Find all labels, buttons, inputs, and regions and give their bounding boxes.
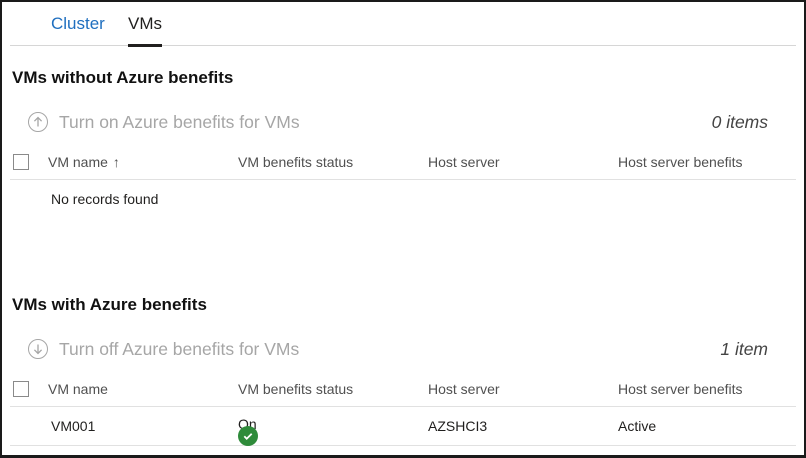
- turn-off-benefits-label: Turn off Azure benefits for VMs: [59, 338, 300, 359]
- empty-message: No records found: [51, 191, 159, 207]
- column-header-vm-name-label: VM name: [48, 154, 108, 170]
- column-header-benefits-status[interactable]: VM benefits status: [238, 381, 353, 397]
- vm-name-cell: VM001: [51, 418, 96, 434]
- column-header-host-server-benefits[interactable]: Host server benefits: [618, 381, 743, 397]
- sort-ascending-icon: ↑: [112, 154, 120, 170]
- host-server-cell: AZSHCI3: [428, 418, 488, 434]
- column-header-host-server[interactable]: Host server: [428, 154, 500, 170]
- table-header-with: VM name VM benefits status Host server H…: [10, 371, 796, 407]
- items-count-without: 0 items: [711, 112, 768, 132]
- turn-on-benefits-button[interactable]: Turn on Azure benefits for VMs: [28, 109, 300, 135]
- column-header-vm-name[interactable]: VM name: [48, 381, 108, 397]
- items-count-with: 1 item: [720, 339, 768, 359]
- tab-cluster[interactable]: Cluster: [51, 13, 105, 46]
- arrow-down-circle-icon: [28, 339, 48, 359]
- section-title-with-benefits: VMs with Azure benefits: [12, 295, 207, 314]
- arrow-up-circle-icon: [28, 112, 48, 132]
- select-all-checkbox-without[interactable]: [13, 154, 29, 170]
- table-row[interactable]: VM001 On AZSHCI3 Active: [10, 408, 796, 446]
- tab-vms[interactable]: VMs: [128, 13, 162, 47]
- column-header-benefits-status[interactable]: VM benefits status: [238, 154, 353, 170]
- turn-off-benefits-button[interactable]: Turn off Azure benefits for VMs: [28, 336, 299, 362]
- column-header-vm-name[interactable]: VM name ↑: [48, 154, 120, 170]
- table-header-without: VM name ↑ VM benefits status Host server …: [10, 144, 796, 180]
- section-title-without-benefits: VMs without Azure benefits: [12, 68, 234, 87]
- app-frame: Cluster VMs VMs without Azure benefits T…: [0, 0, 806, 458]
- benefits-status-cell: On: [238, 416, 258, 446]
- turn-on-benefits-label: Turn on Azure benefits for VMs: [59, 111, 300, 132]
- column-header-host-server-benefits[interactable]: Host server benefits: [618, 154, 743, 170]
- tab-bar: Cluster VMs: [10, 2, 796, 47]
- column-header-host-server[interactable]: Host server: [428, 381, 500, 397]
- select-all-checkbox-with[interactable]: [13, 381, 29, 397]
- checkmark-circle-icon: [238, 426, 258, 446]
- host-benefits-cell: Active: [618, 418, 657, 434]
